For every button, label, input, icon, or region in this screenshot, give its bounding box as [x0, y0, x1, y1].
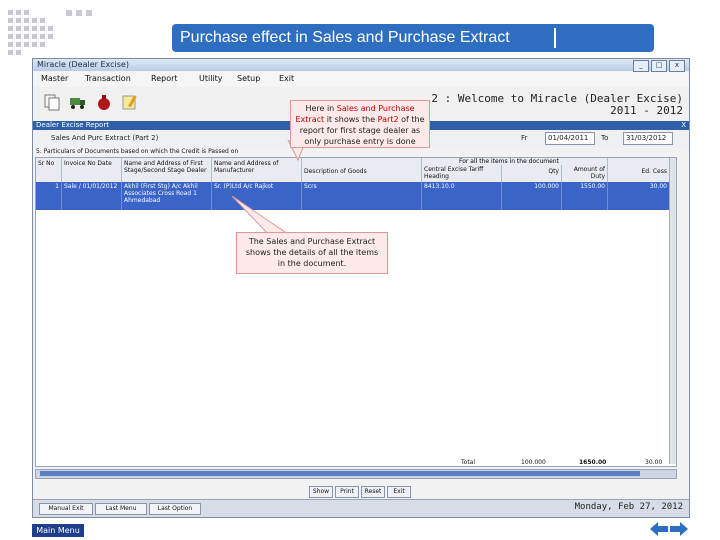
grid-header: Sr No Invoice No Date Name and Address o…	[36, 158, 676, 183]
status-bar: Manual Exit Last Menu Last Option Monday…	[33, 499, 689, 517]
total-label: Total	[461, 459, 476, 466]
from-date-input[interactable]: 01/04/2011	[545, 132, 595, 145]
minimize-button[interactable]: _	[633, 60, 649, 72]
table-row[interactable]: 1 Sale / 01/01/2012 Akhil (First Stg) A/…	[36, 182, 670, 210]
slide-title-banner: Purchase effect in Sales and Purchase Ex…	[172, 24, 654, 52]
slide-dots-icon	[8, 10, 60, 62]
slide-dash	[76, 10, 82, 16]
slide-dash	[86, 10, 92, 16]
cell-qty: 100.000	[502, 182, 562, 210]
menu-master[interactable]: Master	[41, 72, 68, 86]
cell-cess: 30.00	[608, 182, 670, 210]
menu-transaction[interactable]: Transaction	[85, 72, 131, 86]
subwindow-title: Dealer Excise Report	[36, 121, 109, 129]
reset-button[interactable]: Reset	[361, 486, 385, 498]
banner-divider	[554, 28, 556, 48]
window-titlebar: Miracle (Dealer Excise) _ □ x	[33, 59, 689, 72]
col-invoice: Invoice No Date	[62, 158, 122, 182]
report-form-label: Sales And Purc Extract (Part 2)	[51, 134, 159, 142]
horizontal-scrollbar[interactable]	[35, 469, 677, 479]
col-dealer: Name and Address of First Stage/Second S…	[122, 158, 212, 182]
cell-goods: Scrs	[302, 182, 422, 210]
money-bag-icon[interactable]	[95, 93, 113, 111]
close-window-button[interactable]: x	[669, 60, 685, 72]
callout-part2: Here in Sales and Purchase Extract it sh…	[290, 100, 430, 148]
callout-part2-text: Here in	[305, 104, 337, 113]
close-icon[interactable]: X	[681, 121, 686, 130]
document-copy-icon[interactable]	[43, 93, 61, 111]
report-grid[interactable]: Sr No Invoice No Date Name and Address o…	[35, 157, 677, 467]
last-option-button[interactable]: Last Option	[149, 503, 201, 515]
col-cess: Ed. Cess	[608, 158, 670, 182]
to-label: To	[601, 134, 609, 142]
menu-setup[interactable]: Setup	[237, 72, 260, 86]
cell-tariff: 8413.10.0	[422, 182, 502, 210]
slide-title: Purchase effect in Sales and Purchase Ex…	[180, 29, 510, 46]
menu-exit[interactable]: Exit	[279, 72, 294, 86]
truck-icon[interactable]	[69, 93, 87, 111]
menu-report[interactable]: Report	[151, 72, 178, 86]
slide-dash	[66, 10, 72, 16]
show-button[interactable]: Show	[309, 486, 333, 498]
back-arrow-icon[interactable]	[650, 521, 668, 537]
callout-items-text: The Sales and Purchase Extract shows the…	[245, 237, 379, 268]
total-qty: 100.000	[521, 459, 546, 466]
main-menu-button[interactable]: Main Menu	[32, 524, 84, 537]
pencil-note-icon[interactable]	[121, 93, 139, 111]
vertical-scrollbar[interactable]	[669, 158, 676, 464]
callout-part2-highlight: Part2	[377, 115, 399, 124]
cell-invoice: Sale / 01/01/2012	[62, 182, 122, 210]
total-cess: 30.00	[645, 459, 663, 466]
totals-row: Total 100.000 1650.00 30.00	[35, 459, 675, 467]
status-date: Monday, Feb 27, 2012	[574, 502, 683, 512]
exit-button[interactable]: Exit	[387, 486, 411, 498]
financial-year: 2011 - 2012	[610, 104, 683, 117]
from-label: Fr	[521, 134, 528, 142]
forward-arrow-icon[interactable]	[670, 521, 688, 537]
menu-utility[interactable]: Utility	[199, 72, 223, 86]
cell-sr: 1	[36, 182, 62, 210]
callout-items: The Sales and Purchase Extract shows the…	[236, 232, 388, 274]
last-menu-button[interactable]: Last Menu	[95, 503, 147, 515]
total-duty: 1650.00	[579, 459, 607, 466]
callout-pointer	[231, 196, 290, 235]
menu-bar: Master Transaction Report Utility Setup …	[33, 72, 689, 86]
cell-duty: 1550.00	[562, 182, 608, 210]
part-label: 5. Particulars of Documents based on whi…	[36, 148, 239, 155]
col-duty: Amount of Duty	[562, 158, 608, 182]
cell-dealer: Akhil (First Stg) A/c Akhil Associates C…	[122, 182, 212, 210]
window-title: Miracle (Dealer Excise)	[37, 60, 129, 69]
horizontal-scroll-thumb[interactable]	[40, 471, 640, 476]
to-date-input[interactable]: 31/03/2012	[623, 132, 673, 145]
print-button[interactable]: Print	[335, 486, 359, 498]
group-header: For all the items in the document	[456, 158, 562, 165]
welcome-text: 2 : Welcome to Miracle (Dealer Excise) 2…	[431, 93, 683, 117]
manual-exit-button[interactable]: Manual Exit	[39, 503, 93, 515]
col-goods: Description of Goods	[302, 158, 422, 182]
maximize-button[interactable]: □	[651, 60, 667, 72]
callout-part2-text: it shows the	[324, 115, 378, 124]
col-sr: Sr No	[36, 158, 62, 182]
